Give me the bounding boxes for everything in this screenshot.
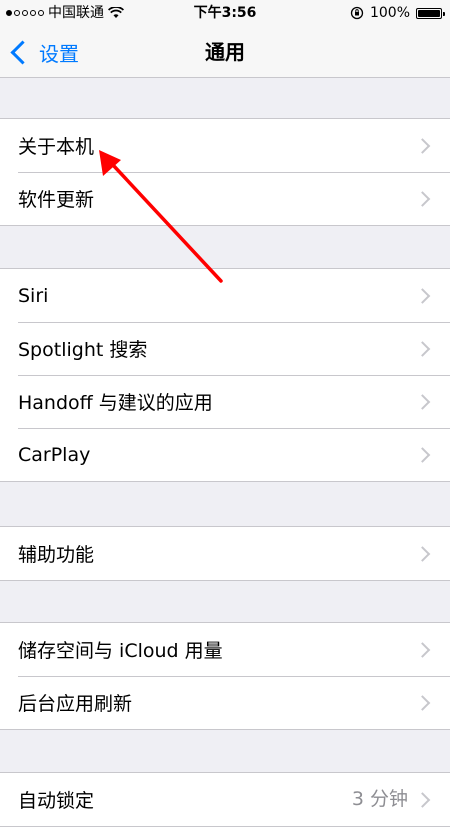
back-button-label: 设置 (39, 41, 79, 66)
battery-percent: 100% (369, 5, 410, 21)
chevron-left-icon (10, 39, 35, 65)
chevron-right-icon (414, 446, 431, 463)
chevron-right-icon (414, 694, 431, 711)
settings-group-siri: Siri Spotlight 搜索 Handoff 与建议的应用 CarPlay (0, 268, 450, 482)
battery-icon (416, 7, 445, 19)
row-siri[interactable]: Siri (0, 269, 450, 322)
back-button[interactable]: 设置 (8, 26, 79, 78)
row-label: 软件更新 (18, 189, 95, 211)
status-bar: 中国联通 下午3:56 100% (0, 0, 450, 26)
row-label: 辅助功能 (18, 544, 95, 566)
chevron-right-icon (414, 545, 431, 562)
row-storage-icloud[interactable]: 储存空间与 iCloud 用量 (0, 623, 450, 676)
navigation-bar: 通用 设置 (0, 26, 450, 78)
status-right: 100% (350, 0, 445, 26)
row-handoff[interactable]: Handoff 与建议的应用 (0, 375, 450, 428)
row-software-update[interactable]: 软件更新 (0, 172, 450, 225)
chevron-right-icon (414, 340, 431, 357)
orientation-lock-icon (350, 6, 364, 20)
row-label: Siri (18, 284, 49, 307)
battery-fill (418, 9, 440, 17)
chevron-right-icon (414, 641, 431, 658)
chevron-right-icon (414, 137, 431, 154)
row-label: Spotlight 搜索 (18, 339, 148, 361)
row-accessibility[interactable]: 辅助功能 (0, 527, 450, 580)
row-about[interactable]: 关于本机 (0, 119, 450, 172)
chevron-right-icon (414, 190, 431, 207)
row-carplay[interactable]: CarPlay (0, 428, 450, 481)
row-label: 储存空间与 iCloud 用量 (18, 640, 223, 662)
settings-group-storage: 储存空间与 iCloud 用量 后台应用刷新 (0, 622, 450, 730)
chevron-right-icon (414, 393, 431, 410)
row-spotlight[interactable]: Spotlight 搜索 (0, 322, 450, 375)
row-label: CarPlay (18, 443, 91, 466)
settings-group-accessibility: 辅助功能 (0, 526, 450, 581)
chevron-right-icon (414, 287, 431, 304)
row-background-refresh[interactable]: 后台应用刷新 (0, 676, 450, 729)
row-label: 后台应用刷新 (18, 693, 133, 715)
row-label: 关于本机 (18, 136, 95, 158)
settings-group-about: 关于本机 软件更新 (0, 118, 450, 226)
row-label: Handoff 与建议的应用 (18, 392, 213, 414)
